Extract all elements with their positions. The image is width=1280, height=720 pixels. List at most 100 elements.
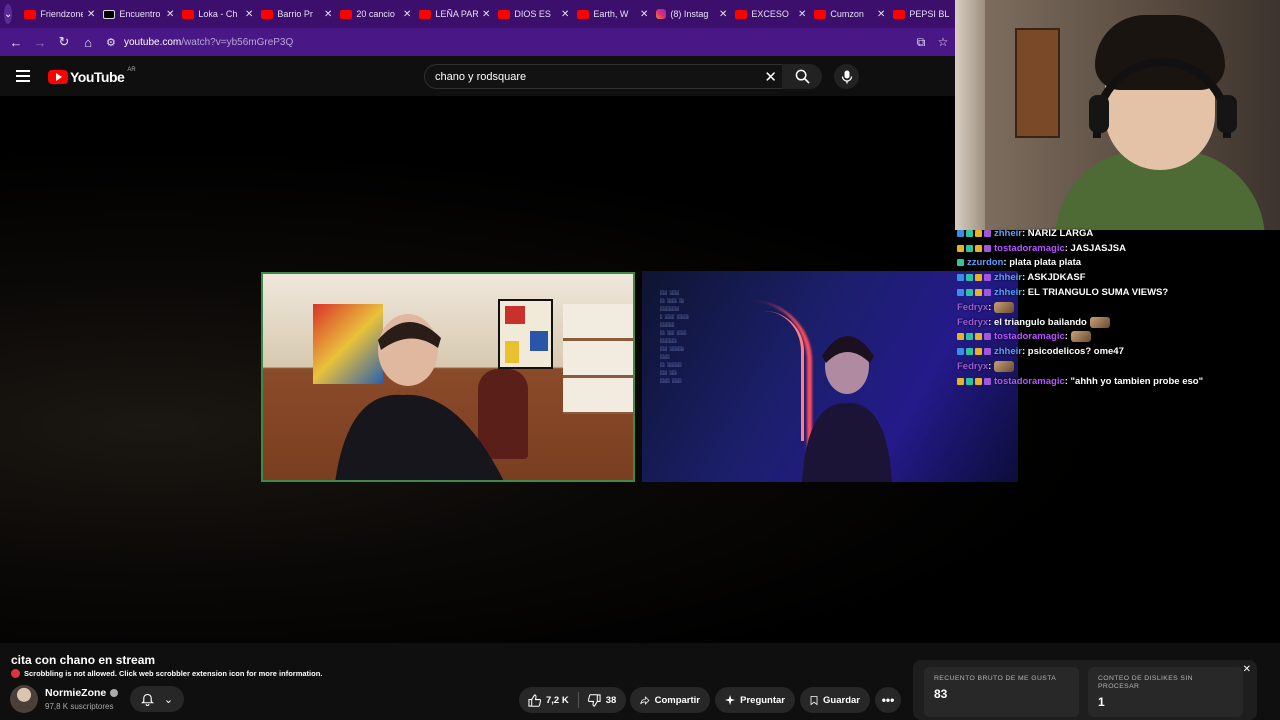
headset-right-ear xyxy=(1217,95,1237,133)
badge-icon xyxy=(975,274,982,282)
chat-message: zhheir: psicodelicos? ome47 xyxy=(955,344,1280,359)
avatar[interactable] xyxy=(10,685,38,713)
browser-tab[interactable]: Barrio Pr ✕ xyxy=(257,3,336,25)
chat-username[interactable]: zhheir xyxy=(994,346,1022,357)
close-icon[interactable]: ✕ xyxy=(1243,664,1251,675)
badge-icon xyxy=(966,244,973,252)
chat-badges xyxy=(957,289,991,297)
tab-title: PEPSI BL xyxy=(909,9,950,19)
browser-tab[interactable]: Cumzon ✕ xyxy=(810,3,889,25)
browser-tab[interactable]: EXCESO ✕ xyxy=(731,3,810,25)
browser-tab[interactable]: (8) Instag ✕ xyxy=(652,3,731,25)
tab-close-icon[interactable]: ✕ xyxy=(245,9,253,20)
badge-icon xyxy=(966,274,973,282)
scrobbler-notice: Scrobbling is not allowed. Click web scr… xyxy=(11,669,322,678)
chat-username[interactable]: zhheir xyxy=(994,228,1022,239)
back-button[interactable]: ← xyxy=(4,30,28,54)
dislike-button[interactable]: 38 xyxy=(579,687,626,713)
youtube-logo[interactable]: YouTube AR xyxy=(48,67,136,85)
clear-search-icon[interactable]: ✕ xyxy=(764,68,777,86)
youtube-icon xyxy=(735,9,748,19)
badge-icon xyxy=(957,229,964,237)
browser-tab[interactable]: Loka - Ch ✕ xyxy=(178,3,257,25)
chat-username[interactable]: zzurdon xyxy=(967,257,1003,268)
notification-bell-button[interactable]: ⌄ xyxy=(130,686,184,712)
share-button[interactable]: Compartir xyxy=(630,687,710,713)
badge-icon xyxy=(975,333,982,341)
toolbar-actions: ⧉ ☆ xyxy=(913,32,951,52)
save-label: Guardar xyxy=(823,694,860,706)
chat-username[interactable]: zhheir xyxy=(994,272,1022,283)
chat-username[interactable]: zhheir xyxy=(994,287,1022,298)
site-info-icon[interactable]: ⚙ xyxy=(106,36,124,49)
chat-username[interactable]: tostadoramagic xyxy=(994,331,1065,342)
forward-button[interactable]: → xyxy=(28,30,52,54)
badge-icon xyxy=(975,289,982,297)
browser-tab[interactable]: DIOS ES ✕ xyxy=(494,3,573,25)
tab-title: EXCESO xyxy=(751,9,789,19)
chat-message: zhheir: EL TRIANGULO SUMA VIEWS? xyxy=(955,285,1280,300)
more-actions-button[interactable]: ••• xyxy=(875,687,901,713)
raw-likes-card: RECUENTO BRUTO DE ME GUSTA 83 xyxy=(924,667,1079,717)
ask-button[interactable]: Preguntar xyxy=(715,687,795,713)
badge-icon xyxy=(966,348,973,356)
tab-close-icon[interactable]: ✕ xyxy=(166,9,174,20)
browser-toolbar: ← → ↻ ⌂ ⚙ youtube.com/watch?v=yb56mGreP3… xyxy=(0,28,955,56)
address-bar[interactable]: ⚙ youtube.com/watch?v=yb56mGreP3Q xyxy=(106,31,906,53)
tab-title: Loka - Ch xyxy=(198,9,238,19)
chat-text: : plata plata plata xyxy=(1003,257,1082,269)
tab-close-icon[interactable]: ✕ xyxy=(87,9,95,20)
tab-close-icon[interactable]: ✕ xyxy=(877,9,885,20)
chat-message: Fedryx: xyxy=(955,300,1280,315)
chat-username[interactable]: Fedryx xyxy=(957,302,988,313)
sparkle-icon xyxy=(725,694,736,706)
search-input[interactable]: chano y rodsquare ✕ xyxy=(424,64,790,89)
chat-username[interactable]: Fedryx xyxy=(957,317,988,328)
raw-dislikes-value: 1 xyxy=(1098,695,1105,709)
badge-icon xyxy=(966,333,973,341)
home-button[interactable]: ⌂ xyxy=(76,30,100,54)
tab-close-icon[interactable]: ✕ xyxy=(798,9,806,20)
like-button[interactable]: 7,2 K xyxy=(519,687,578,713)
tab-close-icon[interactable]: ✕ xyxy=(719,9,727,20)
tab-search-button[interactable]: ⌄ xyxy=(4,4,13,24)
scrobbler-icon xyxy=(11,669,20,678)
browser-tab[interactable]: Friendzone ✕ xyxy=(20,3,99,25)
tab-title: Barrio Pr xyxy=(277,9,313,19)
chat-username[interactable]: Fedryx xyxy=(957,361,988,372)
chat-text: : xyxy=(988,301,992,313)
tab-close-icon[interactable]: ✕ xyxy=(403,9,411,20)
reload-button[interactable]: ↻ xyxy=(52,30,76,54)
room-door xyxy=(1015,28,1060,138)
instagram-icon xyxy=(656,9,667,19)
window-light xyxy=(955,0,985,230)
tiktok-icon xyxy=(103,9,116,19)
menu-icon[interactable] xyxy=(16,70,30,82)
badge-icon xyxy=(957,333,964,341)
tab-close-icon[interactable]: ✕ xyxy=(640,9,648,20)
browser-tab[interactable]: LEÑA PAR ✕ xyxy=(415,3,494,25)
badge-icon xyxy=(984,289,991,297)
browser-tab[interactable]: Encuentro ✕ xyxy=(99,3,178,25)
voice-search-button[interactable] xyxy=(834,64,859,89)
tab-close-icon[interactable]: ✕ xyxy=(324,9,332,20)
browser-tab[interactable]: Earth, W ✕ xyxy=(573,3,652,25)
badge-icon xyxy=(984,244,991,252)
url-path: /watch?v=yb56mGreP3Q xyxy=(181,36,294,48)
youtube-icon xyxy=(24,9,37,19)
browser-tab[interactable]: 20 cancio ✕ xyxy=(336,3,415,25)
install-app-icon[interactable]: ⧉ xyxy=(913,32,929,52)
verified-icon xyxy=(110,689,119,697)
chat-username[interactable]: tostadoramagic xyxy=(994,243,1065,254)
tab-title: Encuentro xyxy=(119,9,161,19)
tab-close-icon[interactable]: ✕ xyxy=(561,9,569,20)
chat-username[interactable]: tostadoramagic xyxy=(994,376,1065,387)
search-button[interactable] xyxy=(782,64,822,89)
stream-chat-overlay: zhheir: NARIZ LARGA tostadoramagic: JASJA… xyxy=(955,226,1280,396)
save-button[interactable]: Guardar xyxy=(800,687,870,713)
tab-close-icon[interactable]: ✕ xyxy=(482,9,490,20)
channel-info[interactable]: NormieZone 97,8 K suscriptores xyxy=(10,685,119,713)
channel-name-row[interactable]: NormieZone xyxy=(45,687,119,699)
channel-name[interactable]: NormieZone xyxy=(45,687,106,699)
bookmark-star-icon[interactable]: ☆ xyxy=(935,32,951,52)
